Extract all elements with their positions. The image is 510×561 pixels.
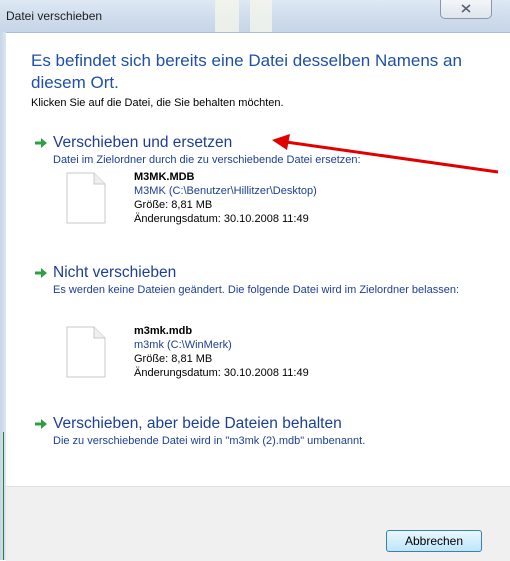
close-icon	[461, 4, 471, 13]
file-location: M3MK (C:\Benutzer\Hillitzer\Desktop)	[134, 185, 317, 197]
green-arrow-icon	[35, 138, 47, 148]
file-entry-destination[interactable]: m3mk.mdb m3mk (C:\WinMerk) Größe: 8,81 M…	[66, 324, 366, 394]
dialog-window: Datei verschieben Es befindet sich berei…	[0, 0, 510, 561]
window-left-border	[0, 32, 6, 560]
option-description: Es werden keine Dateien geändert. Die fo…	[53, 284, 460, 296]
window-title: Datei verschieben	[6, 9, 103, 23]
dialog-instruction: Klicken Sie auf die Datei, die Sie behal…	[31, 97, 284, 109]
file-name: M3MK.MDB	[134, 171, 195, 183]
green-arrow-icon	[35, 419, 47, 429]
file-size: Größe: 8,81 MB	[134, 353, 213, 365]
file-location: m3mk (C:\WinMerk)	[134, 339, 232, 351]
green-arrow-icon	[35, 268, 47, 278]
cancel-button[interactable]: Abbrechen	[386, 530, 482, 552]
file-size: Größe: 8,81 MB	[134, 199, 213, 211]
file-entry-source[interactable]: M3MK.MDB M3MK (C:\Benutzer\Hillitzer\Des…	[66, 170, 366, 240]
option-description: Die zu verschiebende Datei wird in "m3mk…	[53, 435, 366, 447]
option-do-not-move[interactable]: Nicht verschieben Es werden keine Dateie…	[34, 263, 504, 297]
file-modified: Änderungsdatum: 30.10.2008 11:49	[134, 367, 309, 379]
dialog-heading: Es befindet sich bereits eine Datei dess…	[31, 51, 462, 92]
option-title[interactable]: Verschieben und ersetzen	[53, 134, 232, 152]
close-button[interactable]	[440, 0, 492, 19]
option-title[interactable]: Nicht verschieben	[53, 264, 176, 282]
title-bar: Datei verschieben	[0, 0, 510, 33]
option-keep-both[interactable]: Verschieben, aber beide Dateien behalten…	[34, 414, 504, 448]
titlebar-glare	[250, 0, 272, 32]
document-icon	[66, 326, 106, 378]
file-name: m3mk.mdb	[134, 325, 193, 337]
option-move-and-replace[interactable]: Verschieben und ersetzen Datei im Zielor…	[34, 133, 504, 167]
option-description: Datei im Zielordner durch die zu verschi…	[53, 154, 361, 166]
file-modified: Änderungsdatum: 30.10.2008 11:49	[134, 213, 309, 225]
background-window-edge	[3, 432, 4, 560]
document-icon	[66, 172, 106, 224]
titlebar-glare	[215, 0, 239, 32]
option-title[interactable]: Verschieben, aber beide Dateien behalten	[53, 415, 342, 433]
